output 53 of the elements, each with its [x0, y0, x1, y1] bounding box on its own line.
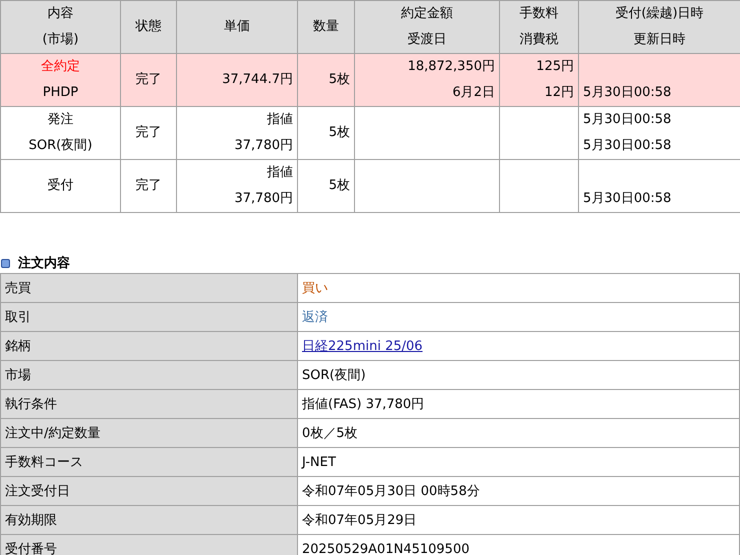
cell-text: 5月30日00:58 — [583, 137, 672, 155]
field-label: 取引 — [5, 310, 31, 325]
field-label: 注文中/約定数量 — [5, 426, 100, 441]
field-label: 売買 — [5, 281, 31, 296]
field-label: 受付番号 — [5, 542, 57, 555]
column-header: 状態 — [120, 0, 176, 54]
field-label: 注文受付日 — [5, 484, 70, 499]
field-label: 市場 — [5, 368, 31, 383]
field-value: 0枚／5枚 — [302, 426, 358, 441]
field-value: SOR(夜間) — [302, 368, 366, 383]
column-header: 約定金額 受渡日 — [354, 0, 500, 54]
cell-text: 5月30日00:58 — [583, 190, 672, 208]
field-value: 令和07年05月29日 — [302, 513, 417, 528]
field-label: 手数料コース — [5, 455, 83, 470]
cell-text: 指値 — [266, 164, 293, 182]
field-label: 銘柄 — [5, 339, 31, 354]
cell-text: 5枚 — [328, 177, 350, 195]
column-header: 数量 — [298, 0, 354, 54]
cell-text: 37,780円 — [234, 137, 293, 155]
cell-text: 受付 — [46, 177, 74, 195]
cell-text: 完了 — [134, 124, 162, 142]
cell-text: 完了 — [134, 177, 162, 195]
bullet-icon — [1, 258, 10, 268]
field-label: 執行条件 — [5, 397, 57, 412]
field-label: 有効期限 — [5, 513, 57, 528]
cell-text: 12円 — [543, 84, 574, 102]
section-title: 注文内容 — [18, 254, 70, 272]
cell-text: 37,744.7円 — [221, 71, 293, 89]
stock-link[interactable]: 日経225mini 25/06 — [302, 339, 423, 354]
column-header: 手数料 消費税 — [500, 0, 578, 54]
cell-text: 125円 — [535, 58, 574, 76]
field-value: 20250529A01N45109500 — [302, 542, 470, 555]
field-value: 指値(FAS) 37,780円 — [302, 397, 424, 412]
column-header: 内容 (市場) — [0, 0, 120, 54]
cell-text: 5月30日00:58 — [583, 111, 672, 129]
cell-text: 5月30日00:58 — [583, 84, 672, 102]
field-value: 令和07年05月30日 00時58分 — [302, 484, 480, 499]
cell-text: 5枚 — [328, 124, 350, 142]
cell-text: 完了 — [134, 71, 162, 89]
cell-text: 37,780円 — [234, 190, 293, 208]
cell-text: 全約定 — [40, 58, 81, 76]
field-value: 買い — [302, 281, 328, 296]
cell-text: PHDP — [42, 84, 80, 102]
field-value: J-NET — [302, 454, 336, 470]
cell-text: 18,872,350円 — [406, 58, 495, 76]
cell-text: 5枚 — [328, 71, 350, 89]
column-header: 単価 — [176, 0, 298, 54]
column-header: 受付(繰越)日時 更新日時 — [578, 0, 740, 54]
cell-text: 6月2日 — [451, 84, 495, 102]
cell-text: 指値 — [266, 111, 293, 129]
cell-text: SOR(夜間) — [28, 137, 94, 155]
field-value: 返済 — [302, 310, 328, 325]
cell-text: 発注 — [46, 111, 74, 129]
